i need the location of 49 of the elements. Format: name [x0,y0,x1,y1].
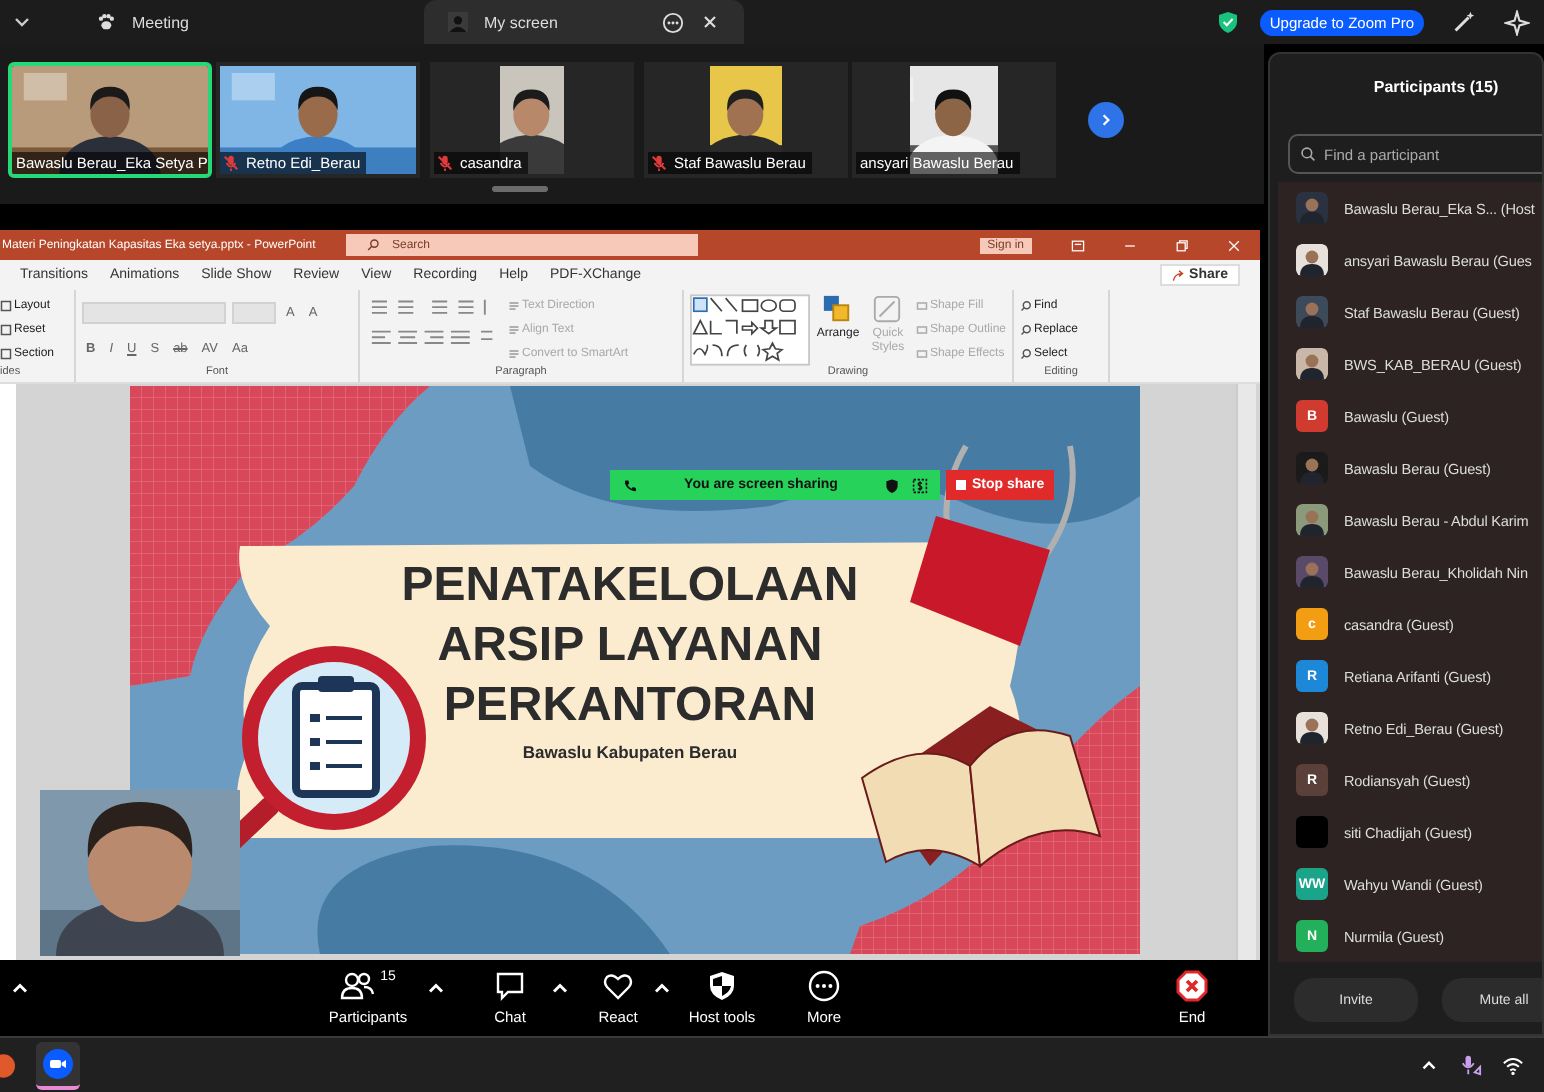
phone-icon [622,477,638,493]
lines-icon [508,300,520,312]
shapes-gallery-drawing[interactable] [690,294,810,366]
slide-subtitle: Bawaslu Kabupaten Berau [522,742,738,762]
more-icon[interactable] [662,11,684,33]
search-icon [1300,146,1316,162]
search-icon [1020,348,1032,360]
people-icon [340,970,377,1002]
paw-icon [96,12,116,32]
heart-icon [602,970,634,1002]
search-icon [1020,300,1032,312]
app-icon[interactable] [42,1047,74,1079]
search-icon [366,238,380,252]
overlapping-squares-icon [822,294,853,324]
restore-icon[interactable] [1174,237,1190,253]
square-icon [0,300,12,312]
share-icon [1171,268,1186,282]
chat-icon [494,970,526,1002]
microphone-icon[interactable] [1460,1054,1482,1076]
square-icon [0,324,12,336]
search-icon [1020,324,1032,336]
chevron-right-icon [1098,112,1114,128]
end-icon [1176,970,1208,1002]
wifi-icon[interactable] [1502,1054,1524,1076]
slide-title: PERKANTORAN [443,678,817,732]
scrollbar[interactable] [1236,384,1256,960]
slide-title: PENATAKELOLAAN [401,558,859,612]
slashed-square-icon [872,294,903,324]
window-tab[interactable]: My screen [424,0,744,44]
window-tab[interactable]: Meeting [72,0,408,44]
magic-pen-icon[interactable] [1450,9,1476,35]
slide-title: ARSIP LAYANAN [437,618,823,672]
more-icon [808,970,840,1002]
close-icon[interactable] [700,12,720,32]
lines-icon [508,348,520,360]
shield-icon[interactable] [1215,10,1240,34]
dollar-icon [912,477,928,493]
lines-icon [508,324,520,336]
font-size-field[interactable] [232,301,276,323]
chevron-down-icon[interactable] [12,12,32,32]
sparkle-icon[interactable] [1504,9,1530,35]
square-icon [0,348,12,360]
drag-handle[interactable] [492,186,548,192]
font-name-field[interactable] [82,301,226,323]
next-page-button[interactable] [1088,102,1124,138]
shield-icon [884,477,900,493]
panel-title: Participants (15) [1371,76,1501,100]
shield-icon [706,970,738,1002]
ribbon-display-icon[interactable] [1070,237,1086,253]
